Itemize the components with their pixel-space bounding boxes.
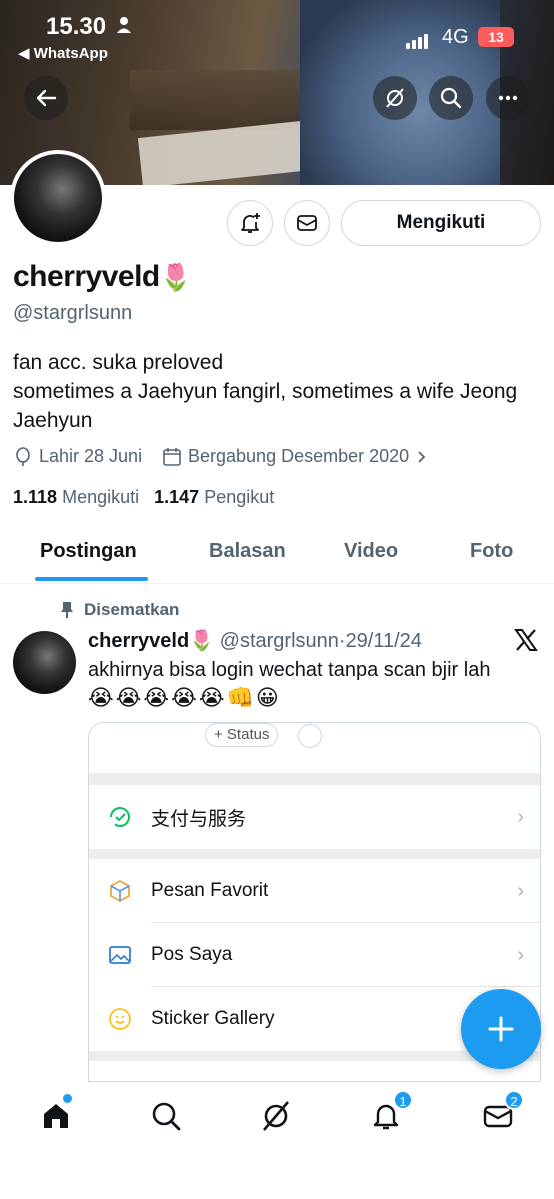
calendar-icon [163, 447, 181, 466]
chevron-right-icon: › [517, 943, 524, 966]
tweet-text: akhirnya bisa login wechat tanpa scan bj… [88, 657, 538, 711]
media-row-label: Pesan Favorit [151, 880, 269, 901]
pinned-indicator: Disematkan [60, 600, 179, 620]
status-time: 15.30 [46, 13, 107, 40]
nav-notifications[interactable]: 1 [366, 1090, 413, 1136]
home-icon [44, 1104, 68, 1128]
arrow-left-icon [36, 89, 57, 107]
grok-icon [263, 1101, 289, 1131]
plus-icon [488, 1016, 514, 1042]
chevron-right-icon: › [517, 805, 524, 828]
joined-text: Bergabung Desember 2020 [188, 446, 410, 466]
nav-messages[interactable]: 2 [478, 1090, 524, 1136]
balloon-icon [16, 446, 30, 466]
bio-line: sometimes a Jaehyun fangirl, sometimes a… [13, 380, 518, 432]
chevron-right-icon [418, 450, 426, 463]
messages-badge: 2 [504, 1090, 524, 1110]
bell-plus-icon [241, 213, 260, 233]
followers-label: Pengikut [204, 487, 275, 507]
tweet-author-handle: @stargrlsunn [219, 630, 339, 652]
search-button[interactable] [429, 76, 473, 120]
network-type: 4G [442, 26, 469, 48]
more-dots-icon [498, 95, 518, 101]
joined-info[interactable]: Bergabung Desember 2020 [162, 446, 429, 467]
tweet-header: cherryveld🌷 @stargrlsunn·29/11/24 [88, 630, 422, 652]
smiley-icon [107, 1007, 133, 1031]
search-icon [440, 87, 462, 109]
tweet-text-line: akhirnya bisa login wechat tanpa scan bj… [88, 659, 491, 681]
payment-icon [107, 805, 133, 829]
tweet-author-avatar[interactable] [13, 631, 76, 694]
media-row-favorites: Pesan Favorit › [89, 859, 540, 923]
user-handle: @stargrlsunn [13, 302, 133, 324]
profile-bio: fan acc. suka preloved sometimes a Jaehy… [13, 348, 543, 435]
grok-icon [386, 88, 404, 108]
grok-button[interactable] [373, 76, 417, 120]
back-to-app-link[interactable]: ◀ WhatsApp [18, 44, 108, 62]
battery-indicator: 13 [478, 27, 514, 47]
following-button[interactable]: Mengikuti [341, 200, 541, 246]
x-logo-icon[interactable] [513, 627, 539, 658]
home-new-dot [63, 1094, 72, 1103]
nav-grok[interactable] [256, 1096, 296, 1136]
notify-button[interactable] [227, 200, 273, 246]
media-row-label: 支付与服务 [151, 808, 247, 830]
following-label: Mengikuti [62, 487, 140, 507]
back-button[interactable] [24, 76, 68, 120]
pinned-label: Disematkan [84, 600, 180, 619]
tab-balasan[interactable]: Balasan [209, 540, 286, 563]
tweet-author-name[interactable]: cherryveld [88, 630, 189, 652]
tweet-emojis: 😭😭😭😭😭👊😀 [88, 685, 281, 710]
search-icon [152, 1102, 181, 1131]
chevron-right-icon: › [517, 879, 524, 902]
follow-counts: 1.118 Mengikuti 1.147 Pengikut [13, 487, 274, 508]
tab-postingan[interactable]: Postingan [40, 540, 137, 563]
notifications-badge: 1 [393, 1090, 413, 1110]
media-row-label: Pos Saya [151, 944, 233, 965]
tulip-emoji: 🌷 [159, 262, 192, 292]
media-row-payment: 支付与服务 › [89, 785, 540, 849]
followers-link[interactable]: 1.147 Pengikut [154, 487, 274, 507]
following-count: 1.118 [13, 487, 58, 507]
image-icon [107, 944, 133, 966]
display-name-text: cherryveld [13, 260, 160, 293]
message-button[interactable] [284, 200, 330, 246]
cube-icon [107, 879, 133, 903]
profile-tabs: Postingan Balasan Video Foto [0, 530, 554, 584]
nav-search[interactable] [146, 1096, 186, 1136]
pin-icon [61, 602, 73, 618]
signal-icon [406, 31, 430, 49]
status-pill: + Status [205, 723, 279, 747]
birthday-info: Lahir 28 Juni [13, 446, 142, 467]
section-gap [89, 773, 540, 785]
status-bar: 15.30 ◀ WhatsApp 4G 13 [0, 10, 554, 62]
person-icon [116, 16, 132, 39]
tweet-author-emoji: 🌷 [189, 630, 215, 652]
display-name: cherryveld🌷 [13, 260, 192, 294]
birthday-text: Lahir 28 Juni [39, 446, 143, 466]
following-link[interactable]: 1.118 Mengikuti [13, 487, 139, 507]
active-tab-indicator [35, 577, 148, 581]
tab-foto[interactable]: Foto [470, 540, 513, 563]
more-options-button[interactable] [486, 76, 530, 120]
refresh-circle-icon [298, 724, 322, 748]
media-row-posts: Pos Saya › [89, 923, 540, 987]
tweet-date[interactable]: 29/11/24 [346, 630, 422, 652]
nav-home[interactable] [36, 1094, 76, 1136]
bottom-navigation: 1 2 [0, 1082, 554, 1199]
tab-video[interactable]: Video [344, 540, 398, 563]
compose-button[interactable] [461, 989, 541, 1069]
profile-avatar[interactable] [10, 150, 106, 246]
followers-count: 1.147 [154, 487, 200, 507]
bio-line: fan acc. suka preloved [13, 351, 224, 374]
section-gap [89, 849, 540, 859]
envelope-icon [297, 215, 317, 231]
